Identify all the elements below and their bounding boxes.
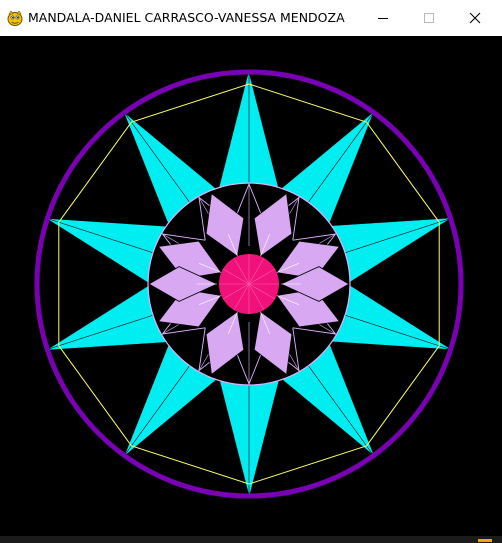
close-icon: [469, 12, 481, 24]
close-button[interactable]: [452, 0, 498, 36]
app-window: MANDALA-DANIEL CARRASCO-VANESSA MENDOZA: [0, 0, 502, 543]
taskbar-strip: [0, 536, 502, 543]
maximize-button[interactable]: [406, 0, 452, 36]
window-title: MANDALA-DANIEL CARRASCO-VANESSA MENDOZA: [28, 10, 345, 25]
mandala-drawing: [0, 36, 502, 536]
minimize-icon: [378, 18, 388, 19]
maximize-icon: [424, 13, 434, 23]
title-bar[interactable]: MANDALA-DANIEL CARRASCO-VANESSA MENDOZA: [0, 0, 502, 36]
pygame-snake-icon: [6, 9, 24, 27]
minimize-button[interactable]: [360, 0, 406, 36]
taskbar-active-indicator: [478, 539, 492, 542]
drawing-canvas[interactable]: [0, 36, 502, 536]
